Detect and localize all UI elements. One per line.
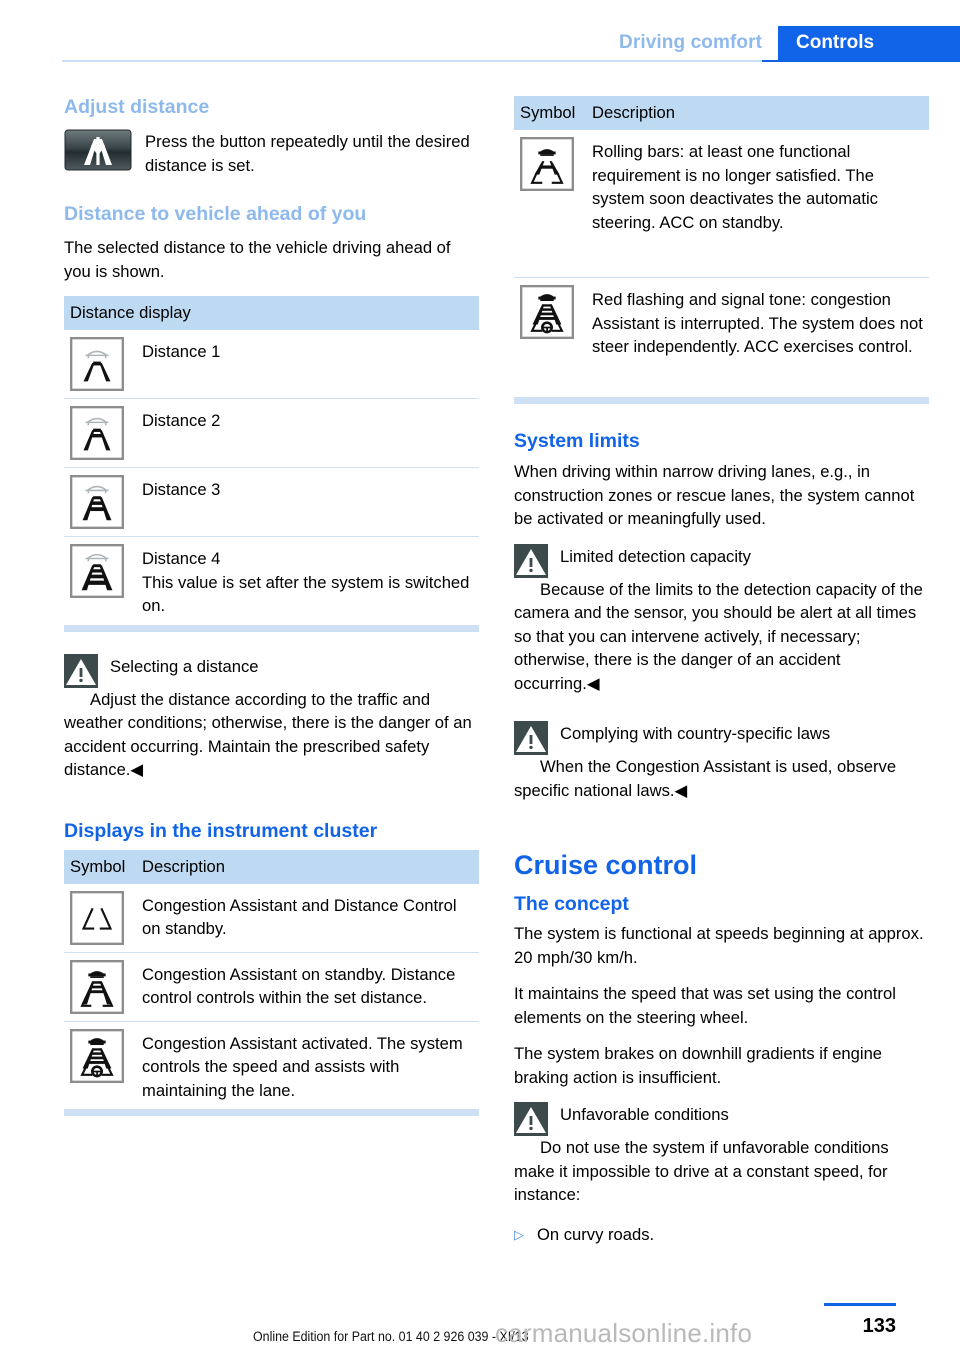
warning-triangle-icon [514,1102,548,1136]
congestion-active-icon [70,1028,142,1083]
warning-body: Because of the limits to the detection c… [514,579,923,693]
header-chapter-label: Driving comfort [619,32,762,53]
cluster-table-col-description: Description [142,856,226,876]
distance-3-icon [70,475,142,529]
left-column: Adjust distance Press the button repeate… [64,96,479,1120]
table-row: Distance 2 [64,399,479,468]
warning-body: Adjust the distance according to the tra… [64,689,472,780]
warning-selecting-a-distance: Selecting a distance Adjust the distance… [64,653,479,782]
symbol-description-table: Symbol Description Rolling bars: at leas… [514,96,929,404]
header-tabs: Driving comfort Controls [619,26,960,60]
bullet-triangle-icon: ▷ [514,1226,524,1242]
cluster-table-col-symbol: Symbol [70,856,126,876]
manual-page: Driving comfort Controls Adjust distance [0,0,960,1362]
table-row: Distance 4 This value is set after the s… [64,537,479,626]
warning-triangle-icon [64,653,98,688]
distance-2-icon [70,406,142,460]
warning-body: Do not use the system if unfavorable con… [514,1138,889,1204]
list-item: ▷ On curvy roads. [514,1223,929,1247]
distance-table-header: Distance display [64,296,479,330]
watermark: carmanualsonline.info [495,1318,753,1348]
table-row: Congestion Assistant on standby. Distanc… [64,953,479,1022]
cluster-row-text: Congestion Assistant on standby. Distanc… [142,964,456,1008]
table-row: Distance 3 [64,468,479,537]
heading-adjust-distance: Adjust distance [64,96,210,118]
distance-table-bottom-rule [64,625,479,632]
footer-rule [824,1303,896,1306]
edition-note: Online Edition for Part no. 01 40 2 926 … [253,1329,529,1344]
table-row: Red flashing and signal tone: congestion… [514,278,929,398]
warning-country-specific-laws: Complying with country-specific laws Whe… [514,721,929,802]
symbol-table-bottom-rule [514,398,929,404]
warning-title: Selecting a distance [110,656,259,676]
warning-unfavorable-conditions: Unfavorable conditions Do not use the sy… [514,1102,929,1207]
distance-table-header-label: Distance display [70,303,191,322]
symbol-table-col-description: Description [592,103,676,122]
cruise-paragraph-2: It maintains the speed that was set usin… [514,984,896,1027]
warning-triangle-icon [514,543,548,578]
symbol-row-text: Red flashing and signal tone: congestion… [592,290,923,356]
distance-to-vehicle-text: The selected distance to the vehicle dri… [64,238,451,281]
header-rule-accent [762,60,960,62]
table-row: Congestion Assistant activated. The syst… [64,1022,479,1110]
heading-distance-to-vehicle: Distance to vehicle ahead of you [64,203,367,225]
highway-distance-button-icon [64,129,132,171]
distance-row-cell: Distance 4 This value is set after the s… [142,544,479,618]
right-column: Symbol Description Rolling bars: at leas… [514,96,929,1252]
distance-display-table: Distance display Distance 1 Distance 2 D… [64,296,479,632]
rolling-bars-icon [520,137,592,191]
distance-row-label: Distance 3 [142,480,221,499]
warning-triangle-icon [514,721,548,755]
distance-1-icon [70,337,142,391]
cluster-table-bottom-rule [64,1110,479,1116]
warning-limited-detection-capacity: Limited detection capacity Because of th… [514,543,929,696]
cruise-paragraph-3: The system brakes on downhill gradients … [514,1044,883,1087]
heading-instrument-cluster: Displays in the instrument cluster [64,819,378,842]
congestion-standby-icon [70,959,142,1014]
warning-body: When the Congestion Assistant is used, o… [514,757,897,800]
heading-system-limits: System limits [514,430,640,452]
list-item-label: On curvy roads. [537,1224,655,1244]
table-row: Distance 1 [64,330,479,399]
cruise-paragraph-1: The system is functional at speeds begin… [514,924,924,967]
cluster-row-text: Congestion Assistant activated. The syst… [142,1033,463,1100]
page-footer: 133 Online Edition for Part no. 01 40 2 … [0,1282,960,1362]
page-number: 133 [862,1315,896,1337]
table-row: Congestion Assistant and Distance Contro… [64,884,479,953]
heading-cruise-control: Cruise control [514,850,698,880]
adjust-distance-text: Press the button repeatedly until the de… [145,132,470,175]
distance-row-note: This value is set after the system is sw… [142,572,470,616]
distance-4-icon [70,544,142,598]
warning-title: Complying with country-specific laws [560,724,831,743]
system-limits-text: When driving within narrow driving lanes… [514,462,915,528]
adjust-distance-row: Press the button repeatedly until the de… [64,129,479,177]
symbol-table-col-symbol: Symbol [520,103,576,122]
header-section-label: Controls [778,26,960,60]
page-header: Driving comfort Controls [0,0,960,62]
warning-title: Unfavorable conditions [560,1105,729,1124]
distance-row-label: Distance 1 [142,342,221,361]
lane-markers-standby-icon [70,890,142,945]
symbol-table-header: Symbol Description [514,96,929,130]
table-row: Rolling bars: at least one functional re… [514,130,929,278]
cluster-row-text: Congestion Assistant and Distance Contro… [142,895,457,939]
distance-row-label: Distance 4 [142,549,221,568]
cluster-table-header: Symbol Description [64,849,479,884]
distance-row-label: Distance 2 [142,411,221,430]
instrument-cluster-table: Symbol Description Congestion Assistant … [64,849,479,1116]
warning-title: Limited detection capacity [560,546,751,566]
red-flashing-icon [520,285,592,339]
heading-the-concept: The concept [514,893,629,915]
symbol-row-text: Rolling bars: at least one functional re… [592,142,878,232]
